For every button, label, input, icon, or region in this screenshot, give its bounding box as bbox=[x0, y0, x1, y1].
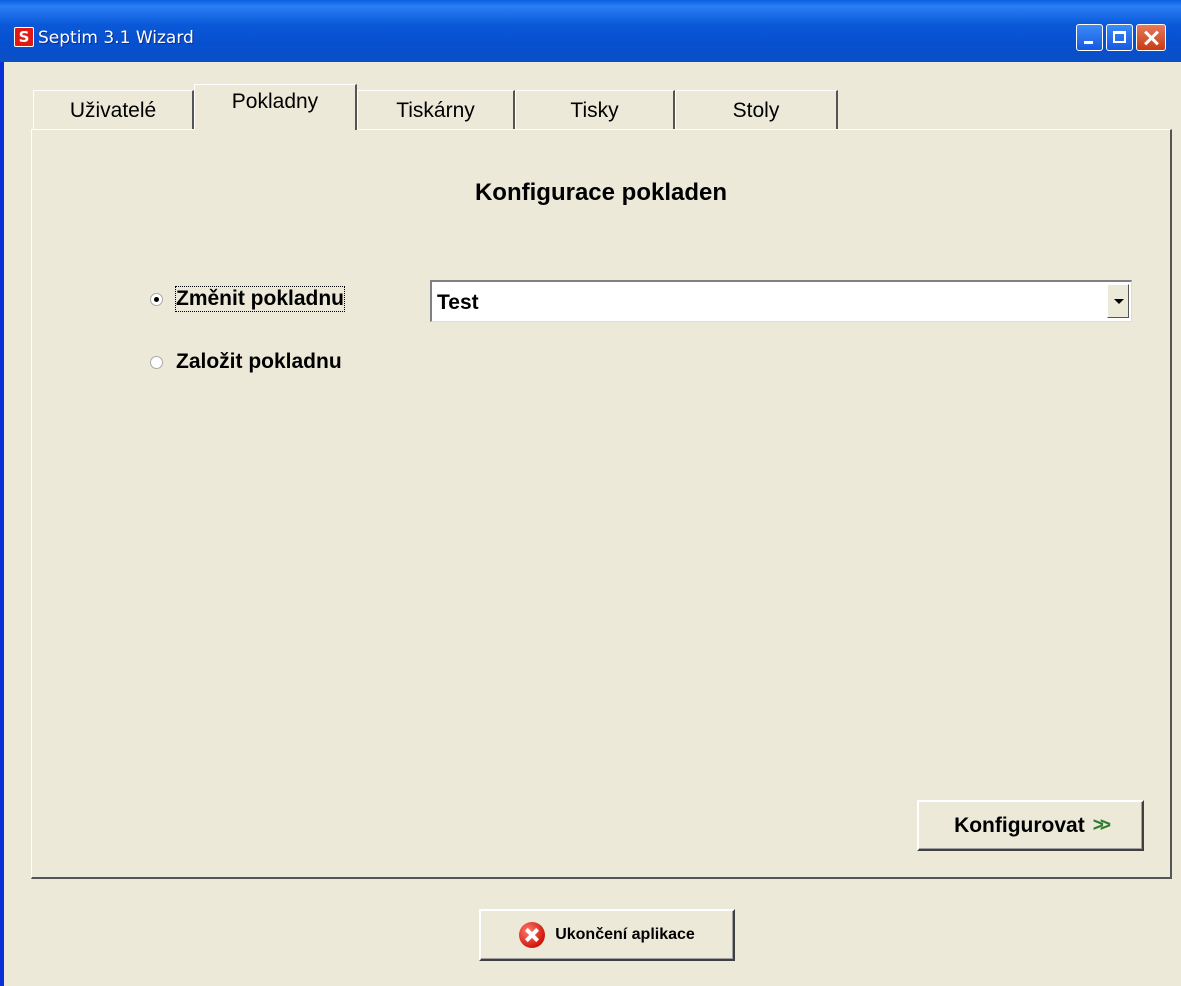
radio-label[interactable]: Založit pokladnu bbox=[176, 350, 342, 374]
maximize-button[interactable] bbox=[1106, 24, 1133, 51]
chevron-down-icon[interactable] bbox=[1107, 284, 1129, 318]
configure-button-label: Konfigurovat bbox=[954, 813, 1085, 837]
register-select[interactable]: Test bbox=[430, 280, 1132, 322]
close-circle-icon bbox=[519, 922, 546, 948]
select-value: Test bbox=[437, 291, 479, 314]
minimize-button[interactable] bbox=[1076, 24, 1103, 51]
tab-pokladny[interactable]: Pokladny bbox=[194, 84, 357, 130]
close-button[interactable] bbox=[1136, 24, 1166, 51]
radio-label[interactable]: Změnit pokladnu bbox=[175, 286, 345, 312]
title-bar[interactable]: S Septim 3.1 Wizard bbox=[0, 0, 1181, 62]
tab-tisky[interactable]: Tisky bbox=[515, 90, 675, 130]
panel-title: Konfigurace pokladen bbox=[474, 179, 728, 206]
tab-stoly[interactable]: Stoly bbox=[675, 90, 838, 130]
radio-button[interactable] bbox=[150, 355, 163, 369]
exit-application-button[interactable]: Ukončení aplikace bbox=[479, 909, 735, 961]
exit-button-label: Ukončení aplikace bbox=[555, 926, 695, 943]
radio-change-register[interactable]: Změnit pokladnu bbox=[150, 285, 345, 313]
tab-tiskarny[interactable]: Tiskárny bbox=[357, 90, 515, 130]
window-title: Septim 3.1 Wizard bbox=[38, 28, 194, 48]
radio-button[interactable] bbox=[150, 292, 163, 306]
wizard-window: S Septim 3.1 Wizard Uživatelé Pokladny T… bbox=[0, 0, 1181, 986]
app-icon: S bbox=[14, 27, 34, 47]
radio-create-register[interactable]: Založit pokladnu bbox=[150, 348, 342, 376]
double-chevron-right-icon: >> bbox=[1092, 814, 1111, 836]
tab-uzivatele[interactable]: Uživatelé bbox=[33, 90, 194, 130]
configure-button[interactable]: Konfigurovat >> bbox=[917, 800, 1144, 851]
tab-panel: Konfigurace pokladen Změnit pokladnu Zal… bbox=[31, 129, 1172, 879]
